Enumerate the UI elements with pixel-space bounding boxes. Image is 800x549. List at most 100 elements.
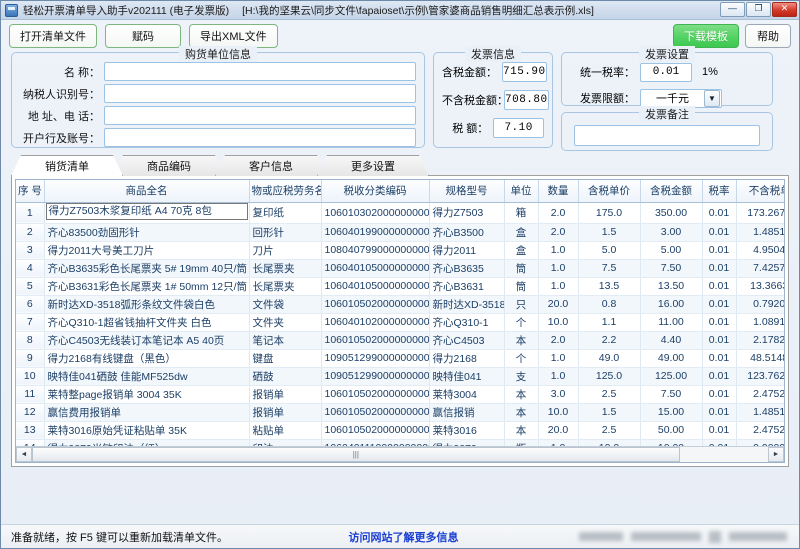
row-tax-category-code[interactable]: 1060401050000000000: [321, 259, 429, 277]
row-product-name[interactable]: 得力Z7503木浆复印纸 A4 70克 8包: [44, 202, 249, 223]
row-tax-inclusive-price[interactable]: 10.0: [578, 439, 640, 446]
row-unit[interactable]: 个: [504, 349, 538, 367]
row-quantity[interactable]: 20.0: [538, 421, 578, 439]
row-unit[interactable]: 本: [504, 385, 538, 403]
row-spec-model[interactable]: 齐心B3631: [429, 277, 504, 295]
row-tax-inclusive-amount[interactable]: 125.00: [640, 367, 702, 385]
horizontal-scrollbar[interactable]: ◄ ||| ►: [16, 446, 784, 462]
row-goods-service-name[interactable]: 报销单: [249, 385, 321, 403]
row-index[interactable]: 6: [16, 295, 44, 313]
row-spec-model[interactable]: 映特佳041: [429, 367, 504, 385]
table-row[interactable]: 3得力2011大号美工刀片刀片1080407990000000000得力2011…: [16, 241, 784, 259]
row-tax-category-code[interactable]: 1060105020000000000: [321, 331, 429, 349]
row-tax-rate[interactable]: 0.01: [702, 295, 736, 313]
row-tax-exclusive-price[interactable]: 13.366337: [736, 277, 784, 295]
table-row[interactable]: 10映特佳041硒鼓 佳能MF525dw硒鼓109051299000000000…: [16, 367, 784, 385]
row-tax-category-code[interactable]: 1060401990000000000: [321, 223, 429, 241]
buyer-address-input[interactable]: [104, 106, 416, 125]
row-quantity[interactable]: 2.0: [538, 202, 578, 223]
row-index[interactable]: 11: [16, 385, 44, 403]
row-tax-category-code[interactable]: 1090512990000000000: [321, 367, 429, 385]
close-button[interactable]: ✕: [772, 2, 797, 17]
buyer-bank-input[interactable]: [104, 128, 416, 147]
row-tax-category-code[interactable]: 1060103020000000000: [321, 202, 429, 223]
row-quantity[interactable]: 10.0: [538, 403, 578, 421]
invoice-limit-select[interactable]: 一千元 ▼: [640, 89, 722, 108]
row-tax-inclusive-price[interactable]: 125.0: [578, 367, 640, 385]
row-tax-inclusive-amount[interactable]: 49.00: [640, 349, 702, 367]
table-row[interactable]: 7齐心Q310-1超省钱抽杆文件夹 白色文件夹10604010200000000…: [16, 313, 784, 331]
row-unit[interactable]: 本: [504, 403, 538, 421]
col-tax-exclusive-price[interactable]: 不含税单价: [736, 180, 784, 202]
row-goods-service-name[interactable]: 印油: [249, 439, 321, 446]
chevron-down-icon[interactable]: ▼: [704, 90, 720, 107]
uniform-tax-rate-input[interactable]: 0.01: [640, 63, 692, 82]
row-goods-service-name[interactable]: 回形针: [249, 223, 321, 241]
row-index[interactable]: 10: [16, 367, 44, 385]
row-unit[interactable]: 箱: [504, 202, 538, 223]
row-tax-category-code[interactable]: 1090512990000000000: [321, 349, 429, 367]
row-tax-inclusive-amount[interactable]: 10.00: [640, 439, 702, 446]
col-index[interactable]: 序 号: [16, 180, 44, 202]
row-tax-exclusive-price[interactable]: 173.267327: [736, 202, 784, 223]
row-spec-model[interactable]: 赢信报销: [429, 403, 504, 421]
row-goods-service-name[interactable]: 键盘: [249, 349, 321, 367]
table-row[interactable]: 5齐心B3631彩色长尾票夹 1# 50mm 12只/筒长尾票夹10604010…: [16, 277, 784, 295]
row-quantity[interactable]: 1.0: [538, 367, 578, 385]
row-tax-rate[interactable]: 0.01: [702, 367, 736, 385]
row-tax-category-code[interactable]: 1080407990000000000: [321, 241, 429, 259]
row-tax-inclusive-amount[interactable]: 4.40: [640, 331, 702, 349]
row-tax-inclusive-amount[interactable]: 5.00: [640, 241, 702, 259]
row-product-name[interactable]: 映特佳041硒鼓 佳能MF525dw: [44, 367, 249, 385]
row-product-name[interactable]: 新时达XD-3518弧形条纹文件袋白色: [44, 295, 249, 313]
row-tax-inclusive-amount[interactable]: 7.50: [640, 385, 702, 403]
assign-code-button[interactable]: 赋码: [105, 24, 181, 48]
row-tax-inclusive-price[interactable]: 5.0: [578, 241, 640, 259]
row-tax-exclusive-price[interactable]: 2.475248: [736, 385, 784, 403]
row-product-name[interactable]: 莱特整page报销单 3004 35K: [44, 385, 249, 403]
row-product-name[interactable]: 齐心B3631彩色长尾票夹 1# 50mm 12只/筒: [44, 277, 249, 295]
row-goods-service-name[interactable]: 粘贴单: [249, 421, 321, 439]
table-row[interactable]: 2齐心83500劲固形针回形针1060401990000000000齐心B350…: [16, 223, 784, 241]
row-spec-model[interactable]: 齐心Q310-1: [429, 313, 504, 331]
row-tax-exclusive-price[interactable]: 2.178218: [736, 331, 784, 349]
col-unit[interactable]: 单位: [504, 180, 538, 202]
row-unit[interactable]: 本: [504, 331, 538, 349]
row-quantity[interactable]: 1.0: [538, 259, 578, 277]
col-tax-inclusive-price[interactable]: 含税单价: [578, 180, 640, 202]
row-tax-rate[interactable]: 0.01: [702, 313, 736, 331]
row-quantity[interactable]: 1.0: [538, 439, 578, 446]
scroll-right-icon[interactable]: ►: [768, 447, 784, 462]
table-row[interactable]: 11莱特整page报销单 3004 35K报销单1060105020000000…: [16, 385, 784, 403]
col-product-name[interactable]: 商品全名: [44, 180, 249, 202]
open-list-file-button[interactable]: 打开清单文件: [9, 24, 97, 48]
row-goods-service-name[interactable]: 长尾票夹: [249, 259, 321, 277]
row-tax-exclusive-price[interactable]: 4.950495: [736, 241, 784, 259]
row-tax-inclusive-price[interactable]: 2.5: [578, 385, 640, 403]
row-tax-rate[interactable]: 0.01: [702, 202, 736, 223]
row-tax-inclusive-amount[interactable]: 50.00: [640, 421, 702, 439]
row-tax-category-code[interactable]: 1060401050000000000: [321, 277, 429, 295]
row-unit[interactable]: 本: [504, 421, 538, 439]
row-goods-service-name[interactable]: 文件夹: [249, 313, 321, 331]
table-row[interactable]: 9得力2168有线键盘（黑色）键盘1090512990000000000得力21…: [16, 349, 784, 367]
row-spec-model[interactable]: 得力2168: [429, 349, 504, 367]
row-tax-exclusive-price[interactable]: 1.089109: [736, 313, 784, 331]
tab-product-code[interactable]: 商品编码: [113, 155, 225, 176]
row-spec-model[interactable]: 莱特3004: [429, 385, 504, 403]
website-link[interactable]: 访问网站了解更多信息: [348, 529, 458, 545]
table-row[interactable]: 14得力9879光敏印油（红）印油1060401110000000000得力98…: [16, 439, 784, 446]
row-tax-rate[interactable]: 0.01: [702, 277, 736, 295]
row-tax-inclusive-amount[interactable]: 3.00: [640, 223, 702, 241]
row-index[interactable]: 14: [16, 439, 44, 446]
row-spec-model[interactable]: 莱特3016: [429, 421, 504, 439]
table-row[interactable]: 13莱特3016原始凭证粘贴单 35K粘贴单106010502000000000…: [16, 421, 784, 439]
row-goods-service-name[interactable]: 笔记本: [249, 331, 321, 349]
row-unit[interactable]: 筒: [504, 259, 538, 277]
row-tax-inclusive-price[interactable]: 0.8: [578, 295, 640, 313]
row-quantity[interactable]: 1.0: [538, 349, 578, 367]
col-goods-service-name[interactable]: 物或应税劳务名: [249, 180, 321, 202]
minimize-button[interactable]: —: [720, 2, 745, 17]
row-index[interactable]: 9: [16, 349, 44, 367]
scroll-thumb[interactable]: |||: [32, 447, 680, 462]
